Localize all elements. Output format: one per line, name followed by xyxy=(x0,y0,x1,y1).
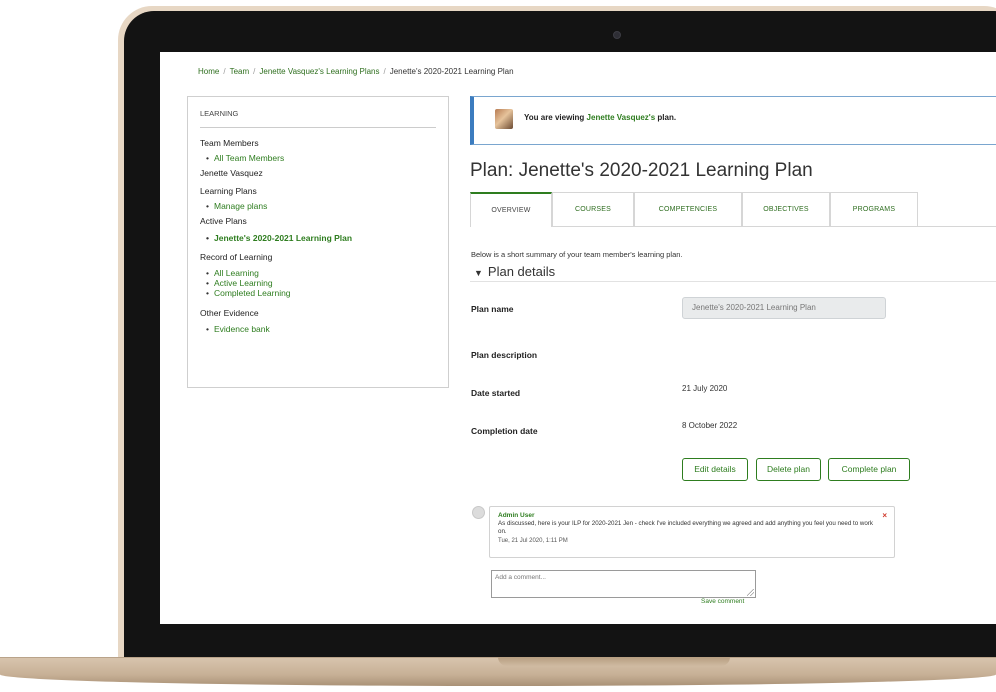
tab-competencies[interactable]: COMPETENCIES xyxy=(634,192,742,226)
comment-timestamp: Tue, 21 Jul 2020, 1:11 PM xyxy=(498,538,568,544)
sidebar-item-all-team-members[interactable]: All Team Members xyxy=(206,153,436,163)
camera-dot xyxy=(613,31,621,39)
breadcrumb: Home / Team / Jenette Vasquez's Learning Pla… xyxy=(198,67,514,76)
plan-details-toggle[interactable]: ▼ Plan details xyxy=(474,264,555,279)
sidebar-section-person: Jenette Vasquez xyxy=(200,168,263,178)
learning-sidebar: LEARNING Team Members All Team Members J… xyxy=(187,96,449,388)
laptop-notch xyxy=(498,657,730,666)
commenter-avatar xyxy=(472,506,485,519)
completion-date-value: 8 October 2022 xyxy=(682,421,738,430)
sidebar-section-record-of-learning: Record of Learning xyxy=(200,252,273,262)
caret-down-icon: ▼ xyxy=(474,268,483,278)
tab-overview[interactable]: OVERVIEW xyxy=(470,192,552,227)
tab-programs[interactable]: PROGRAMS xyxy=(830,192,918,226)
delete-comment-icon[interactable]: × xyxy=(882,511,887,520)
sidebar-item-completed-learning[interactable]: Completed Learning xyxy=(206,288,436,298)
comment-author[interactable]: Admin User xyxy=(498,512,886,520)
delete-plan-button[interactable]: Delete plan xyxy=(756,458,821,481)
plan-details-title: Plan details xyxy=(487,264,556,279)
completion-date-label: Completion date xyxy=(471,426,538,436)
sidebar-item-active-learning[interactable]: Active Learning xyxy=(206,278,436,288)
comment-text: As discussed, here is your ILP for 2020-… xyxy=(498,520,873,535)
sidebar-section-other-evidence: Other Evidence xyxy=(200,308,259,318)
viewing-notice: You are viewing Jenette Vasquez's plan. xyxy=(470,96,996,145)
edit-details-button[interactable]: Edit details xyxy=(682,458,748,481)
date-started-label: Date started xyxy=(471,388,521,398)
notice-suffix: plan. xyxy=(655,113,677,122)
complete-plan-button[interactable]: Complete plan xyxy=(828,458,910,481)
resize-handle-icon[interactable] xyxy=(747,589,754,596)
sidebar-item-active-plan[interactable]: Jenette's 2020-2021 Learning Plan xyxy=(206,233,436,243)
plan-description-label: Plan description xyxy=(471,350,538,360)
breadcrumb-team[interactable]: Team xyxy=(230,67,250,76)
notice-prefix: You are viewing xyxy=(524,113,587,122)
sidebar-item-manage-plans[interactable]: Manage plans xyxy=(206,201,436,211)
sidebar-section-active-plans: Active Plans xyxy=(200,216,247,226)
sidebar-section-team-members: Team Members xyxy=(200,138,259,148)
user-avatar xyxy=(495,109,513,129)
sidebar-heading: LEARNING xyxy=(200,109,436,128)
notice-text: You are viewing Jenette Vasquez's plan. xyxy=(524,113,676,122)
comment-card: Admin User As discussed, here is your IL… xyxy=(489,506,895,558)
section-divider xyxy=(470,281,996,282)
breadcrumb-home[interactable]: Home xyxy=(198,67,219,76)
page-title: Plan: Jenette's 2020-2021 Learning Plan xyxy=(470,160,813,181)
save-comment-link[interactable]: Save comment xyxy=(701,598,744,605)
comment-input-placeholder: Add a comment... xyxy=(495,574,546,581)
tab-objectives[interactable]: OBJECTIVES xyxy=(742,192,830,226)
plan-tabs: OVERVIEW COURSES COMPETENCIES OBJECTIVES… xyxy=(470,192,996,227)
breadcrumb-current: Jenette's 2020-2021 Learning Plan xyxy=(389,67,514,76)
sidebar-section-learning-plans: Learning Plans xyxy=(200,186,257,196)
plan-name-field: Jenette's 2020-2021 Learning Plan xyxy=(682,297,886,319)
tab-courses[interactable]: COURSES xyxy=(552,192,634,226)
sidebar-item-all-learning[interactable]: All Learning xyxy=(206,268,436,278)
comment-input[interactable]: Add a comment... xyxy=(491,570,756,598)
breadcrumb-learning-plans[interactable]: Jenette Vasquez's Learning Plans xyxy=(259,67,379,76)
sidebar-item-evidence-bank[interactable]: Evidence bank xyxy=(206,324,436,334)
notice-person-link[interactable]: Jenette Vasquez's xyxy=(587,113,656,122)
date-started-value: 21 July 2020 xyxy=(682,384,728,393)
plan-summary-text: Below is a short summary of your team me… xyxy=(471,250,683,259)
screen: Home / Team / Jenette Vasquez's Learning Pla… xyxy=(160,52,996,624)
laptop-base xyxy=(0,657,996,686)
plan-name-label: Plan name xyxy=(471,304,514,314)
